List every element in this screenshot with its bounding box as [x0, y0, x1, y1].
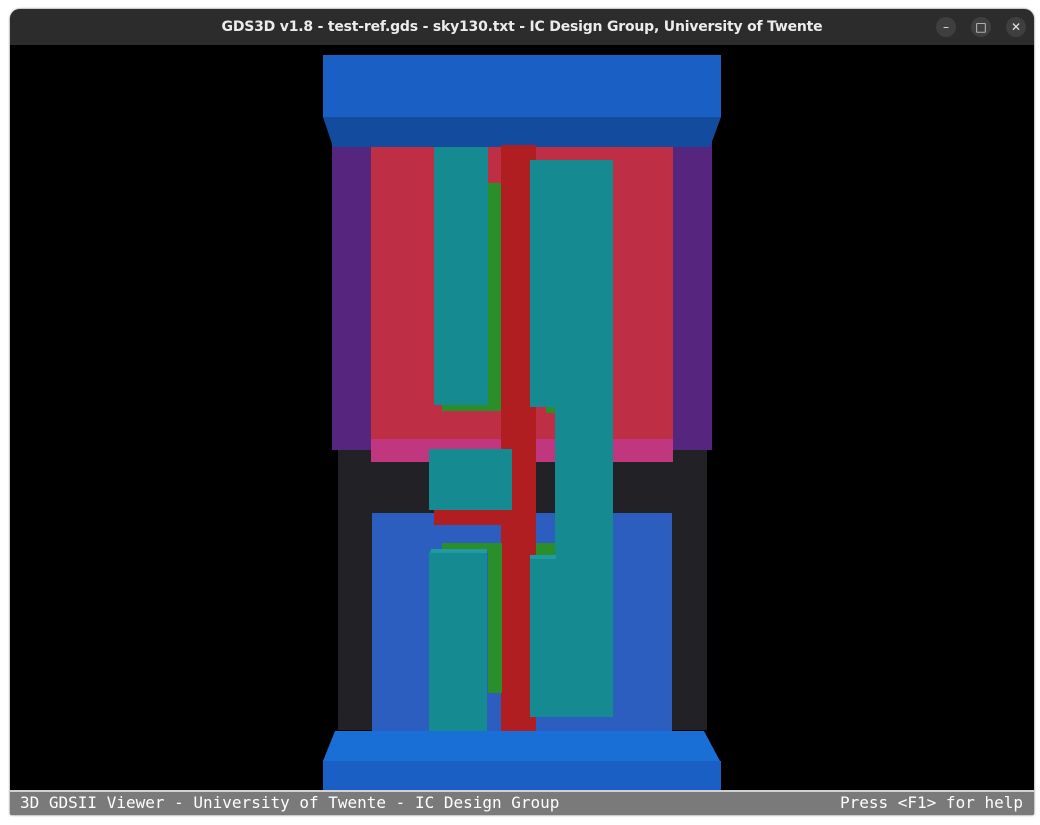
diff-contact-top-right — [546, 407, 556, 413]
title-bar[interactable]: GDS3D v1.8 - test-ref.gds - sky130.txt -… — [10, 9, 1034, 45]
close-button[interactable]: ✕ — [1006, 17, 1026, 37]
metal1-left-bottom-edge — [431, 549, 487, 553]
minimize-button[interactable]: – — [936, 17, 956, 37]
top-rail-top-face — [323, 55, 721, 117]
top-rail-side-face — [323, 117, 721, 147]
window-title: GDS3D v1.8 - test-ref.gds - sky130.txt -… — [221, 19, 823, 35]
app-window: GDS3D v1.8 - test-ref.gds - sky130.txt -… — [10, 9, 1034, 815]
metal1-left-bottom — [429, 551, 487, 731]
3d-layout-viewport[interactable] — [10, 45, 1034, 790]
metal1-input-pad — [429, 449, 512, 510]
diff-contact-bottom-right — [536, 543, 556, 555]
status-credit-text: 3D GDSII Viewer - University of Twente -… — [20, 793, 560, 812]
metal1-left-top — [434, 147, 488, 405]
status-help-hint: Press <F1> for help — [839, 793, 1023, 812]
bottom-rail-top-face — [323, 731, 720, 761]
layout-render — [323, 55, 721, 790]
maximize-button[interactable]: □ — [971, 17, 991, 37]
diff-contact-bottom-left — [488, 550, 502, 693]
metal1-output-edge — [530, 555, 556, 559]
status-bar: 3D GDSII Viewer - University of Twente -… — [10, 790, 1034, 815]
bottom-rail-front-face — [323, 761, 721, 790]
